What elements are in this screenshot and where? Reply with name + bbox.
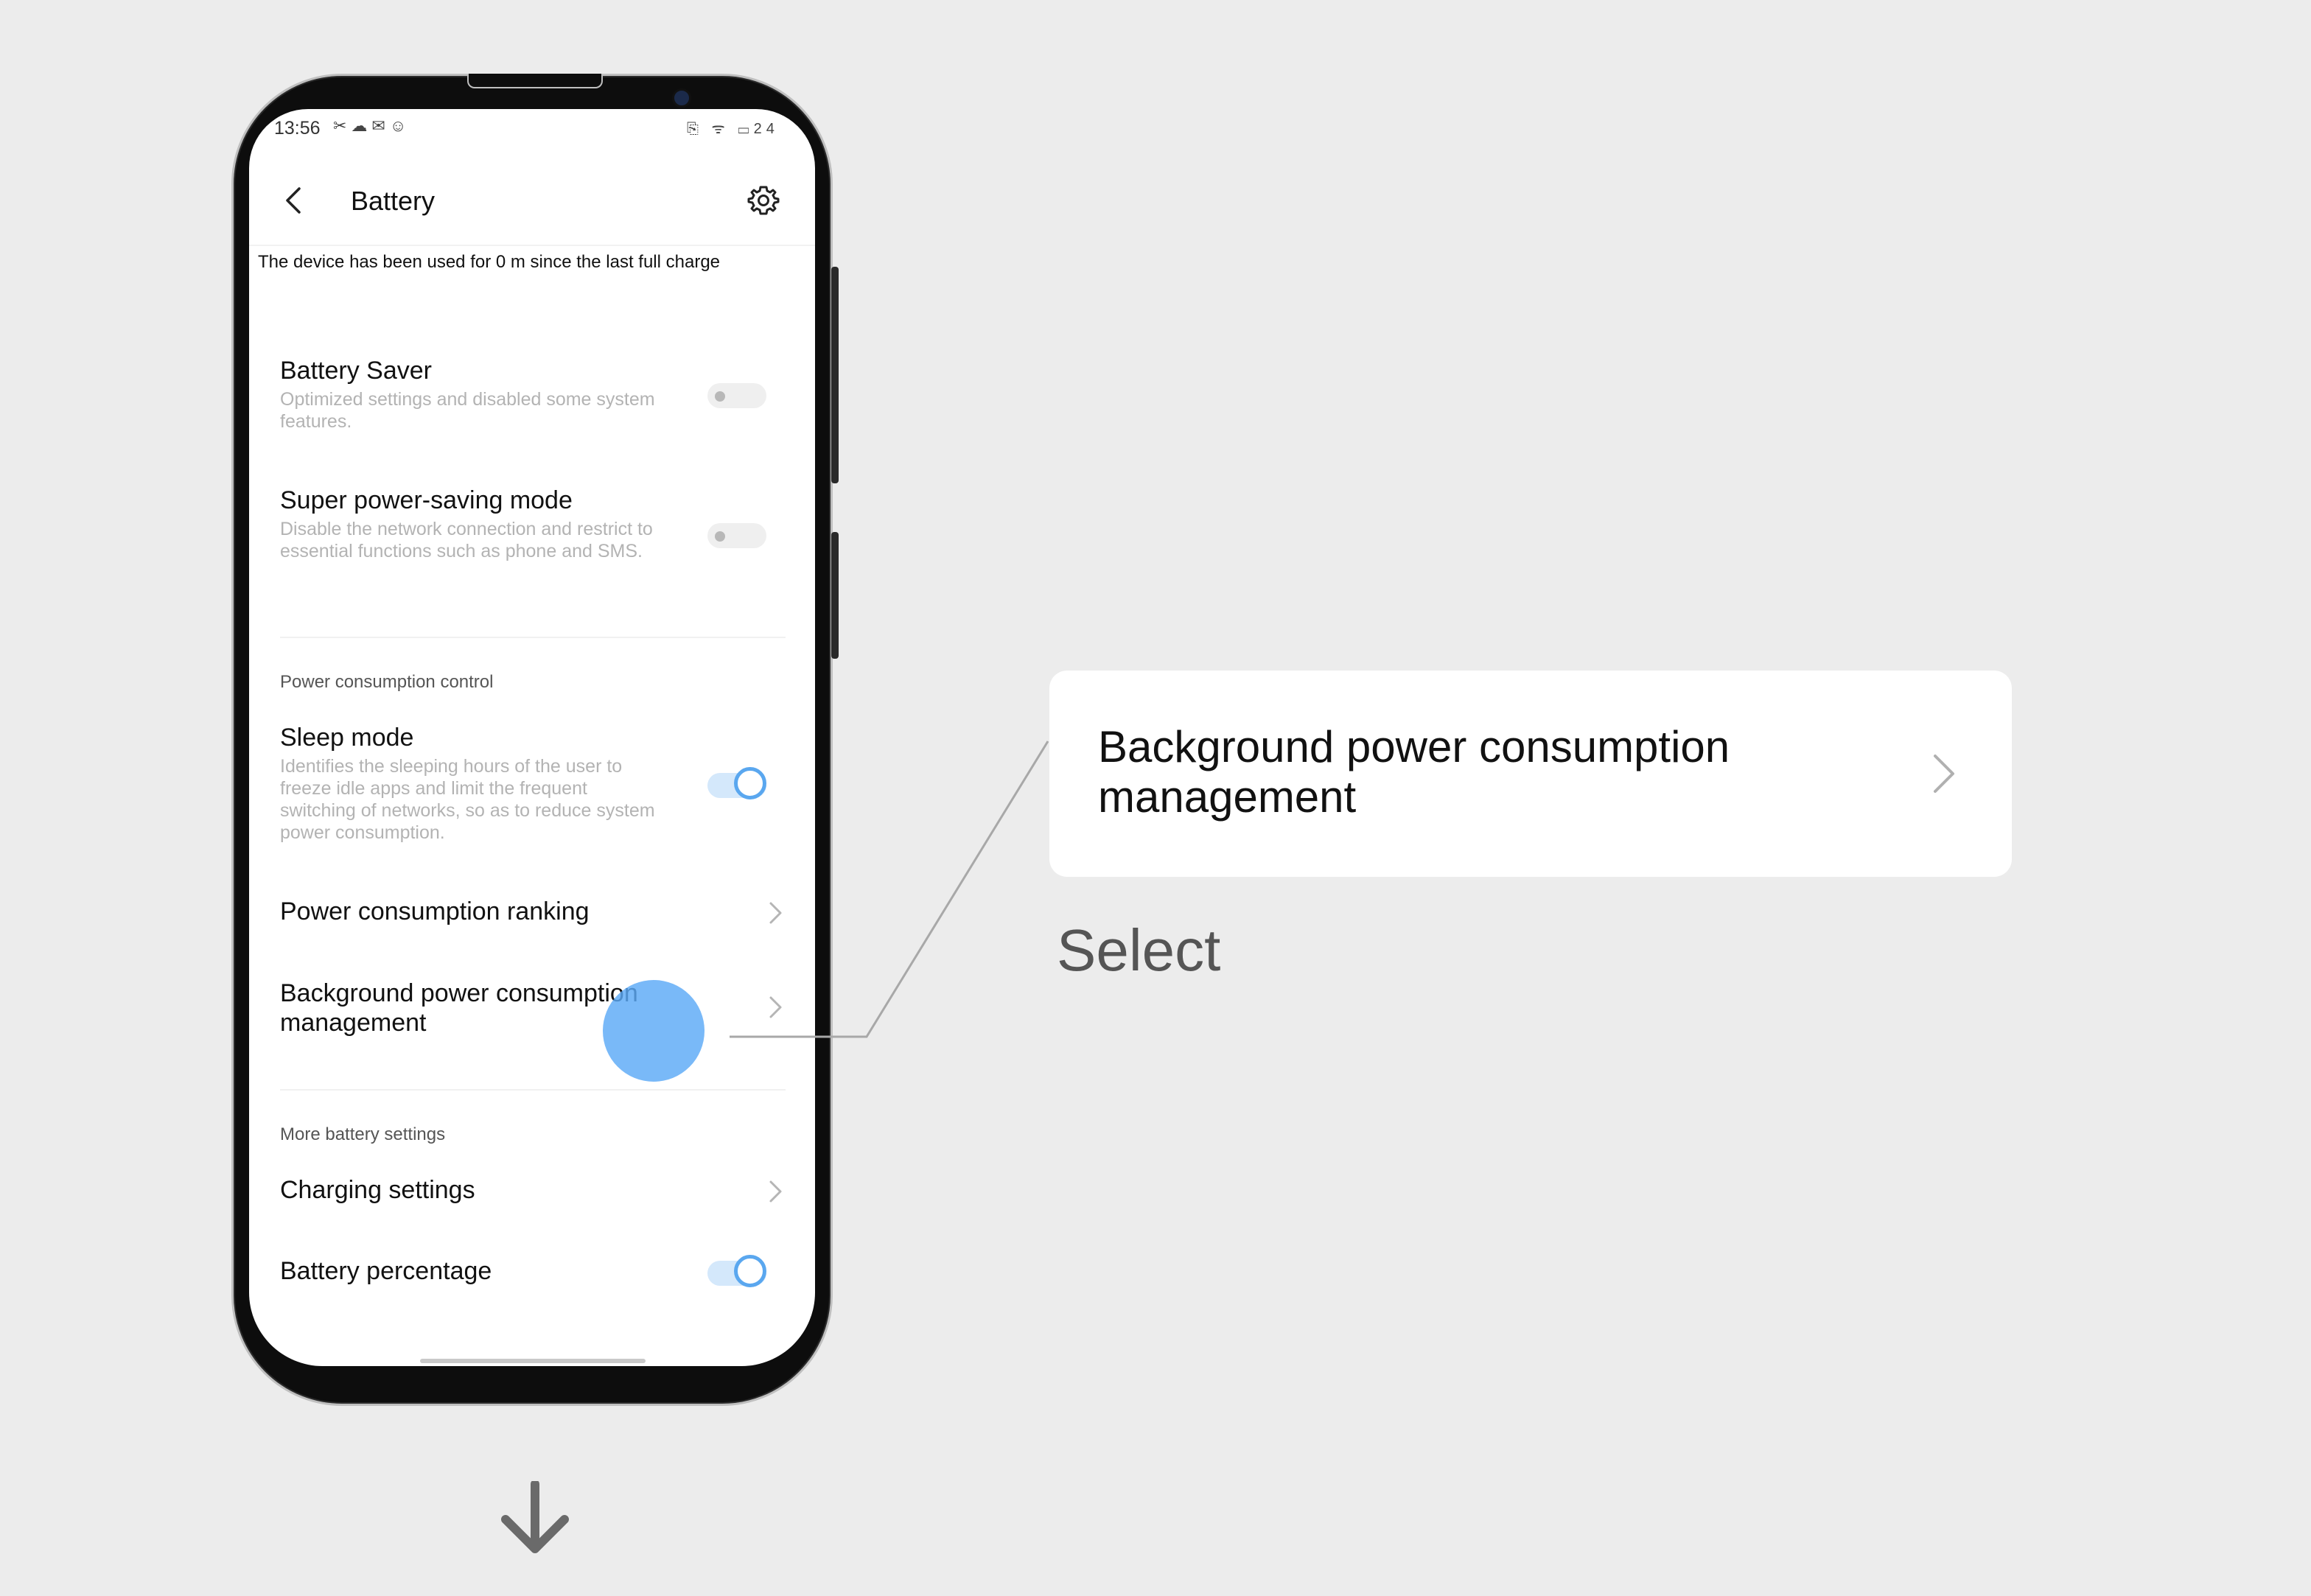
speaker-notch bbox=[467, 74, 603, 88]
sleep-mode-title: Sleep mode bbox=[280, 724, 414, 752]
chevron-right-icon bbox=[769, 902, 782, 924]
section-divider bbox=[280, 1089, 786, 1091]
section-power-control: Power consumption control bbox=[280, 672, 494, 692]
volume-button bbox=[831, 532, 839, 659]
usage-summary: The device has been used for 0 m since t… bbox=[258, 252, 721, 272]
section-divider bbox=[280, 637, 786, 638]
status-time: 13:56 bbox=[274, 118, 321, 139]
chevron-right-icon bbox=[1934, 755, 1954, 793]
super-saving-desc: Disable the network connection and restr… bbox=[280, 519, 653, 561]
battery-percentage-toggle[interactable] bbox=[707, 1255, 771, 1292]
chevron-right-icon bbox=[769, 1180, 782, 1203]
callout-card: Background power consumption management bbox=[1049, 671, 2012, 877]
front-camera bbox=[672, 88, 691, 108]
sleep-mode-row[interactable]: Sleep mode Identifies the sleeping hours… bbox=[280, 724, 663, 844]
battery-saver-toggle[interactable] bbox=[707, 383, 766, 408]
tap-indicator bbox=[603, 980, 705, 1082]
battery-saver-title: Battery Saver bbox=[280, 357, 432, 385]
phone-screen: 13:56 ✂☁✉☺ ⎘ ᯤ ▭24 Battery The device ha… bbox=[249, 109, 815, 1366]
charging-settings-row[interactable]: Charging settings bbox=[280, 1176, 475, 1205]
header-divider bbox=[249, 245, 815, 246]
super-saving-toggle[interactable] bbox=[707, 523, 766, 548]
action-label: Select bbox=[1057, 917, 1221, 983]
status-system-icons: ⎘ ᯤ ▭24 bbox=[687, 121, 779, 137]
battery-saver-desc: Optimized settings and disabled some sys… bbox=[280, 389, 655, 432]
power-ranking-row[interactable]: Power consumption ranking bbox=[280, 897, 590, 926]
chevron-right-icon bbox=[769, 996, 782, 1018]
super-saving-row[interactable]: Super power-saving mode Disable the netw… bbox=[280, 486, 678, 562]
page-title: Battery bbox=[351, 186, 436, 216]
section-more-battery: More battery settings bbox=[280, 1124, 446, 1144]
callout-text: Background power consumption management bbox=[1098, 722, 1730, 822]
arrow-down-icon bbox=[501, 1481, 569, 1553]
gear-icon[interactable] bbox=[746, 183, 781, 218]
sleep-mode-desc: Identifies the sleeping hours of the use… bbox=[280, 756, 655, 843]
battery-saver-row[interactable]: Battery Saver Optimized settings and dis… bbox=[280, 357, 678, 433]
super-saving-title: Super power-saving mode bbox=[280, 486, 573, 514]
power-button bbox=[831, 267, 839, 483]
battery-percentage-row[interactable]: Battery percentage bbox=[280, 1257, 492, 1286]
home-indicator bbox=[420, 1359, 646, 1363]
sleep-mode-toggle[interactable] bbox=[707, 767, 771, 804]
status-notification-icons: ✂☁✉☺ bbox=[333, 116, 411, 135]
back-arrow-icon[interactable] bbox=[280, 186, 310, 215]
